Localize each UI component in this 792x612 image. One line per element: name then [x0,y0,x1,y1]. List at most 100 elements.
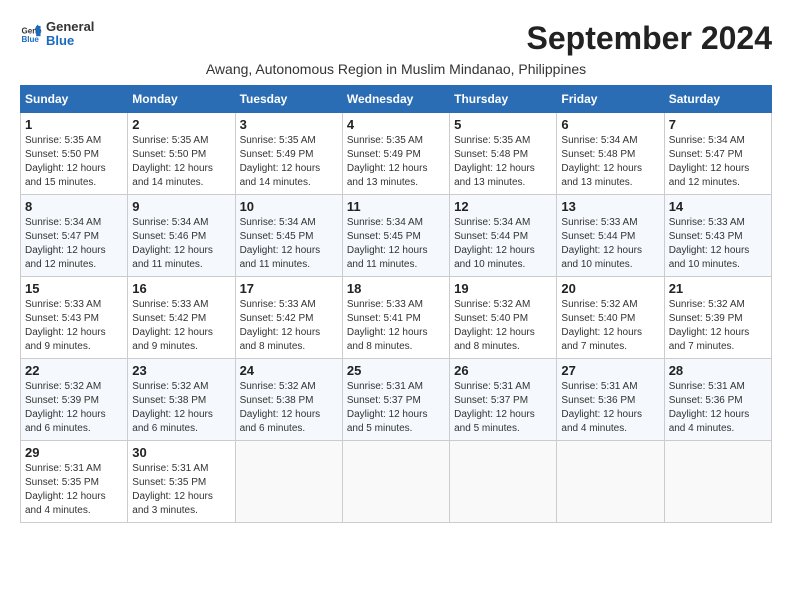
calendar-week-row: 22 Sunrise: 5:32 AM Sunset: 5:39 PM Dayli… [21,359,772,441]
col-sunday: Sunday [21,86,128,113]
day-info: Sunrise: 5:32 AM Sunset: 5:38 PM Dayligh… [132,380,230,436]
calendar-week-row: 15 Sunrise: 5:33 AM Sunset: 5:43 PM Dayli… [21,277,772,359]
day-info: Sunrise: 5:34 AM Sunset: 5:45 PM Dayligh… [347,216,445,272]
day-info: Sunrise: 5:32 AM Sunset: 5:38 PM Dayligh… [240,380,338,436]
table-row: 21 Sunrise: 5:32 AM Sunset: 5:39 PM Dayli… [664,277,771,359]
logo: General Blue General Blue [20,20,94,49]
day-info: Sunrise: 5:33 AM Sunset: 5:41 PM Dayligh… [347,298,445,354]
day-number: 21 [669,281,767,296]
col-friday: Friday [557,86,664,113]
day-number: 20 [561,281,659,296]
table-row: 4 Sunrise: 5:35 AM Sunset: 5:49 PM Daylig… [342,113,449,195]
table-row: 19 Sunrise: 5:32 AM Sunset: 5:40 PM Dayli… [450,277,557,359]
day-info: Sunrise: 5:34 AM Sunset: 5:48 PM Dayligh… [561,134,659,190]
table-row: 16Sunrise: 5:33 AM Sunset: 5:42 PM Dayli… [128,277,235,359]
table-row: 27 Sunrise: 5:31 AM Sunset: 5:36 PM Dayli… [557,359,664,441]
table-row: 10 Sunrise: 5:34 AM Sunset: 5:45 PM Dayli… [235,195,342,277]
day-number: 11 [347,199,445,214]
table-row: 5 Sunrise: 5:35 AM Sunset: 5:48 PM Daylig… [450,113,557,195]
day-info: Sunrise: 5:35 AM Sunset: 5:48 PM Dayligh… [454,134,552,190]
day-number: 8 [25,199,123,214]
day-number: 29 [25,445,123,460]
col-tuesday: Tuesday [235,86,342,113]
day-info: Sunrise: 5:33 AM Sunset: 5:42 PM Dayligh… [132,298,230,354]
day-number: 24 [240,363,338,378]
table-row: 14 Sunrise: 5:33 AM Sunset: 5:43 PM Dayli… [664,195,771,277]
table-row: 30Sunrise: 5:31 AM Sunset: 5:35 PM Dayli… [128,441,235,523]
calendar-week-row: 29 Sunrise: 5:31 AM Sunset: 5:35 PM Dayli… [21,441,772,523]
day-info: Sunrise: 5:31 AM Sunset: 5:37 PM Dayligh… [347,380,445,436]
day-number: 22 [25,363,123,378]
day-info: Sunrise: 5:31 AM Sunset: 5:37 PM Dayligh… [454,380,552,436]
day-number: 26 [454,363,552,378]
table-row: 26 Sunrise: 5:31 AM Sunset: 5:37 PM Dayli… [450,359,557,441]
day-info: Sunrise: 5:33 AM Sunset: 5:43 PM Dayligh… [25,298,123,354]
day-info: Sunrise: 5:31 AM Sunset: 5:36 PM Dayligh… [561,380,659,436]
day-info: Sunrise: 5:34 AM Sunset: 5:45 PM Dayligh… [240,216,338,272]
day-number: 10 [240,199,338,214]
col-thursday: Thursday [450,86,557,113]
day-number: 9 [132,199,230,214]
day-info: Sunrise: 5:32 AM Sunset: 5:39 PM Dayligh… [25,380,123,436]
table-row: 9 Sunrise: 5:34 AM Sunset: 5:46 PM Daylig… [128,195,235,277]
day-info: Sunrise: 5:34 AM Sunset: 5:47 PM Dayligh… [669,134,767,190]
table-row [450,441,557,523]
day-number: 5 [454,117,552,132]
page-header: General Blue General Blue September 2024 [20,20,772,57]
table-row [235,441,342,523]
table-row: 15 Sunrise: 5:33 AM Sunset: 5:43 PM Dayli… [21,277,128,359]
day-number: 19 [454,281,552,296]
table-row: 7 Sunrise: 5:34 AM Sunset: 5:47 PM Daylig… [664,113,771,195]
table-row: 28 Sunrise: 5:31 AM Sunset: 5:36 PM Dayli… [664,359,771,441]
table-row [342,441,449,523]
table-row: 2 Sunrise: 5:35 AM Sunset: 5:50 PM Daylig… [128,113,235,195]
day-info: Sunrise: 5:32 AM Sunset: 5:39 PM Dayligh… [669,298,767,354]
day-info: Sunrise: 5:35 AM Sunset: 5:49 PM Dayligh… [240,134,338,190]
day-number: 12 [454,199,552,214]
day-info: Sunrise: 5:32 AM Sunset: 5:40 PM Dayligh… [454,298,552,354]
day-number: 28 [669,363,767,378]
day-number: 2 [132,117,230,132]
day-info: Sunrise: 5:33 AM Sunset: 5:43 PM Dayligh… [669,216,767,272]
calendar-subtitle: Awang, Autonomous Region in Muslim Minda… [20,61,772,77]
col-wednesday: Wednesday [342,86,449,113]
table-row: 20 Sunrise: 5:32 AM Sunset: 5:40 PM Dayli… [557,277,664,359]
calendar-header-row: Sunday Monday Tuesday Wednesday Thursday… [21,86,772,113]
day-number: 14 [669,199,767,214]
table-row: 25Sunrise: 5:31 AM Sunset: 5:37 PM Dayli… [342,359,449,441]
day-number: 27 [561,363,659,378]
table-row: 12 Sunrise: 5:34 AM Sunset: 5:44 PM Dayli… [450,195,557,277]
day-info: Sunrise: 5:31 AM Sunset: 5:35 PM Dayligh… [25,462,123,518]
calendar-table: Sunday Monday Tuesday Wednesday Thursday… [20,85,772,523]
day-info: Sunrise: 5:34 AM Sunset: 5:44 PM Dayligh… [454,216,552,272]
day-number: 3 [240,117,338,132]
table-row: 6 Sunrise: 5:34 AM Sunset: 5:48 PM Daylig… [557,113,664,195]
table-row [557,441,664,523]
day-info: Sunrise: 5:35 AM Sunset: 5:50 PM Dayligh… [132,134,230,190]
day-info: Sunrise: 5:35 AM Sunset: 5:50 PM Dayligh… [25,134,123,190]
day-number: 6 [561,117,659,132]
svg-text:Blue: Blue [21,35,39,44]
month-title: September 2024 [527,20,772,57]
day-info: Sunrise: 5:31 AM Sunset: 5:35 PM Dayligh… [132,462,230,518]
day-info: Sunrise: 5:35 AM Sunset: 5:49 PM Dayligh… [347,134,445,190]
table-row: 22 Sunrise: 5:32 AM Sunset: 5:39 PM Dayli… [21,359,128,441]
day-info: Sunrise: 5:33 AM Sunset: 5:42 PM Dayligh… [240,298,338,354]
day-info: Sunrise: 5:34 AM Sunset: 5:46 PM Dayligh… [132,216,230,272]
logo-general-text: General [46,20,94,34]
calendar-week-row: 8 Sunrise: 5:34 AM Sunset: 5:47 PM Daylig… [21,195,772,277]
day-number: 15 [25,281,123,296]
day-number: 4 [347,117,445,132]
day-info: Sunrise: 5:32 AM Sunset: 5:40 PM Dayligh… [561,298,659,354]
table-row: 29 Sunrise: 5:31 AM Sunset: 5:35 PM Dayli… [21,441,128,523]
col-saturday: Saturday [664,86,771,113]
day-info: Sunrise: 5:34 AM Sunset: 5:47 PM Dayligh… [25,216,123,272]
day-number: 18 [347,281,445,296]
table-row: 24 Sunrise: 5:32 AM Sunset: 5:38 PM Dayli… [235,359,342,441]
table-row: 1Sunrise: 5:35 AM Sunset: 5:50 PM Daylig… [21,113,128,195]
calendar-week-row: 1Sunrise: 5:35 AM Sunset: 5:50 PM Daylig… [21,113,772,195]
table-row: 18 Sunrise: 5:33 AM Sunset: 5:41 PM Dayli… [342,277,449,359]
day-number: 7 [669,117,767,132]
day-info: Sunrise: 5:31 AM Sunset: 5:36 PM Dayligh… [669,380,767,436]
table-row: 8 Sunrise: 5:34 AM Sunset: 5:47 PM Daylig… [21,195,128,277]
